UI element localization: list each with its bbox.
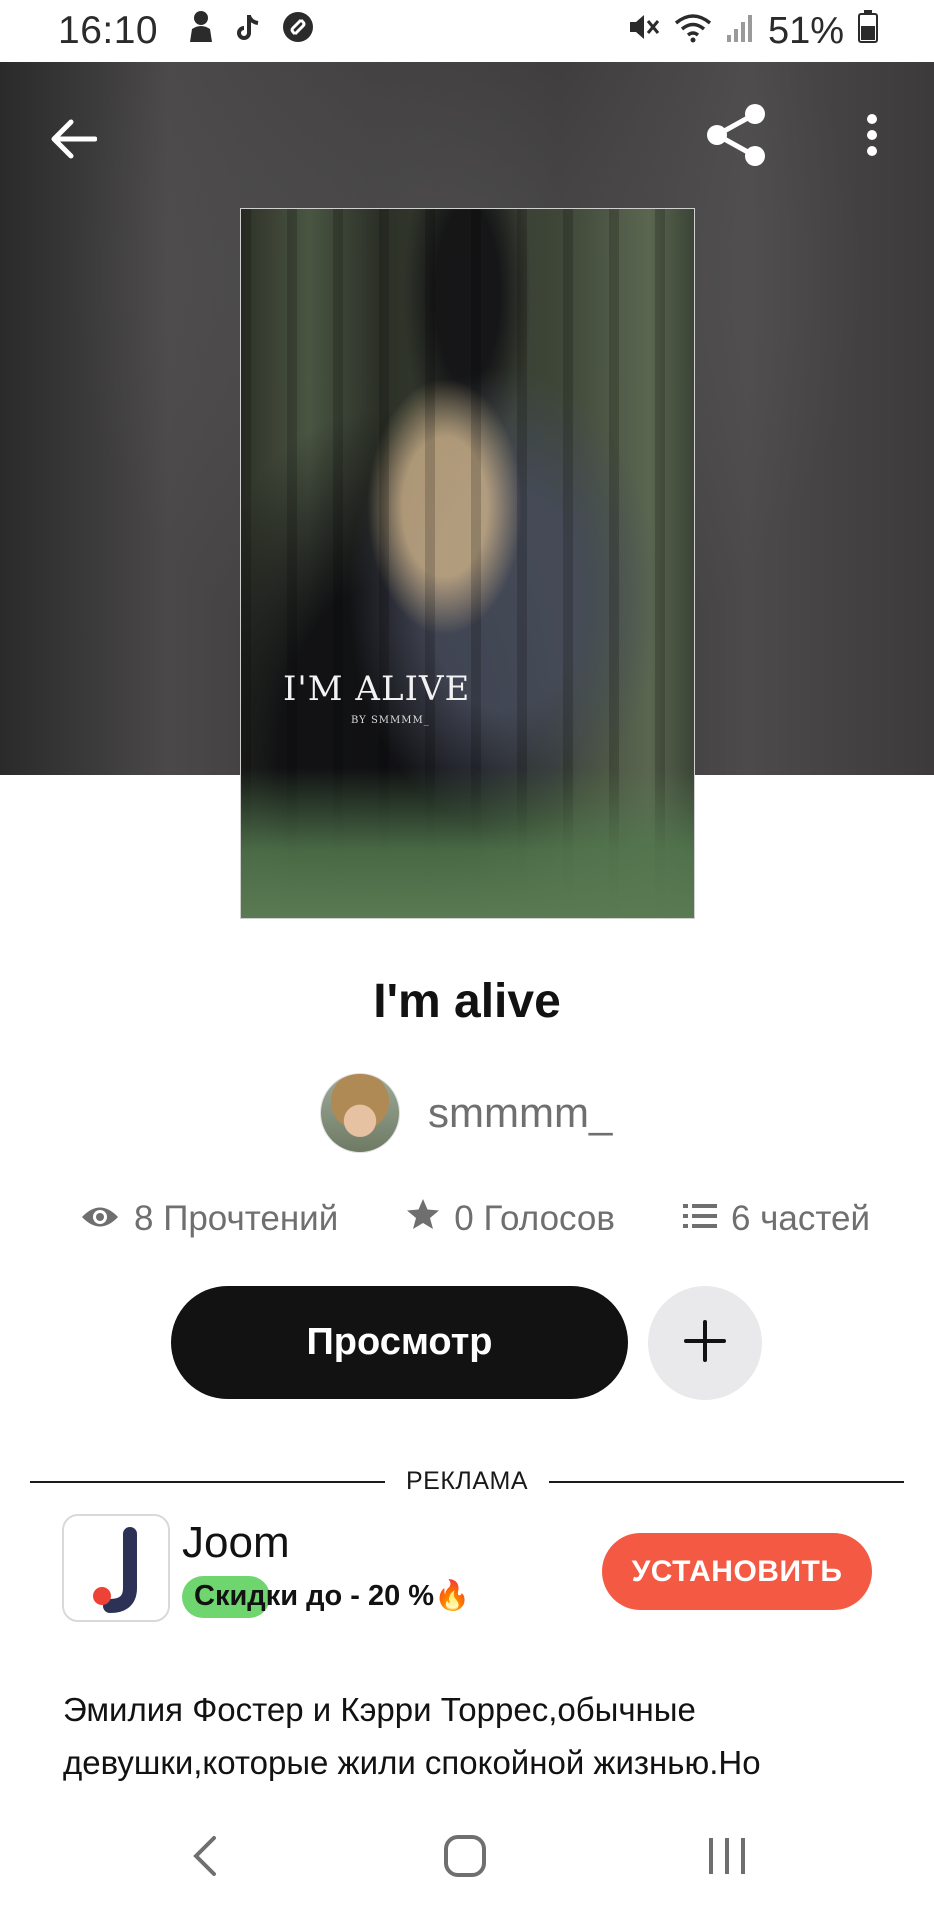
- install-button[interactable]: УСТАНОВИТЬ: [602, 1533, 872, 1610]
- back-button[interactable]: [36, 104, 110, 178]
- person-icon: [188, 9, 214, 53]
- ad-promo[interactable]: Скидки до - 20 %🔥: [182, 1574, 470, 1618]
- story-cover[interactable]: I'M ALIVE BY SMMMM_: [240, 208, 695, 919]
- ad-promo-text: Скидки до - 20 %🔥: [194, 1580, 471, 1612]
- parts-stat: 6 частей: [682, 1198, 870, 1239]
- reads-stat: 8 Прочтений: [80, 1199, 338, 1239]
- story-stats: 8 Прочтений 0 Голосов 6 частей: [80, 1198, 870, 1239]
- share-icon: [705, 103, 769, 172]
- battery-percent: 51%: [767, 9, 844, 52]
- cover-art-title: I'M ALIVE: [283, 669, 471, 709]
- nav-recents-button[interactable]: [687, 1828, 767, 1888]
- status-time: 16:10: [58, 9, 159, 52]
- nav-back-icon: [190, 1834, 220, 1883]
- ad-separator: РЕКЛАМА: [30, 1463, 904, 1501]
- system-nav-bar: [0, 1800, 934, 1920]
- signal-icon: [726, 10, 754, 53]
- nav-back-button[interactable]: [165, 1828, 245, 1888]
- cover-title-art: I'M ALIVE BY SMMMM_: [283, 669, 470, 726]
- read-button[interactable]: Просмотр: [171, 1286, 628, 1399]
- plus-icon: [684, 1319, 726, 1367]
- star-icon: [406, 1198, 440, 1239]
- nav-home-button[interactable]: [425, 1828, 505, 1888]
- ad-separator-line-right: [549, 1481, 904, 1483]
- author-avatar: [320, 1073, 400, 1153]
- list-icon: [682, 1199, 717, 1239]
- ad-app-logo[interactable]: [62, 1514, 170, 1622]
- shazam-icon: [282, 10, 314, 53]
- tiktok-icon: [236, 10, 260, 53]
- story-details-screen: 16:10 51% I'M ALIVE BY SMMMM_ I'm alive …: [0, 0, 934, 1920]
- share-button[interactable]: [700, 100, 774, 174]
- nav-home-icon: [443, 1834, 487, 1883]
- ad-app-name[interactable]: Joom: [182, 1518, 290, 1568]
- more-options-button[interactable]: [838, 100, 906, 174]
- reads-count: 8 Прочтений: [134, 1198, 339, 1238]
- cover-ground: [241, 768, 694, 918]
- eye-icon: [80, 1199, 120, 1239]
- status-bar: 16:10 51%: [0, 0, 934, 62]
- nav-recents-icon: [707, 1836, 747, 1881]
- joom-logo-icon: [93, 1527, 137, 1613]
- story-description: Эмилия Фостер и Кэрри Торрес,обычные дев…: [63, 1691, 761, 1781]
- battery-icon: [858, 9, 878, 53]
- notification-icons: [188, 9, 314, 53]
- author-link[interactable]: smmmm_: [320, 1073, 612, 1153]
- wifi-icon: [674, 10, 712, 53]
- author-name: smmmm_: [428, 1089, 613, 1136]
- add-to-library-button[interactable]: [648, 1286, 762, 1400]
- votes-count: 0 Голосов: [454, 1198, 615, 1238]
- story-title: I'm alive: [373, 975, 561, 1028]
- system-icons: 51%: [626, 9, 878, 53]
- back-arrow-icon: [49, 118, 98, 165]
- mute-icon: [626, 10, 660, 53]
- cover-art-byline: BY SMMMM_: [351, 715, 430, 726]
- parts-count: 6 частей: [730, 1198, 870, 1238]
- votes-stat: 0 Голосов: [406, 1198, 615, 1239]
- more-vert-icon: [865, 113, 879, 162]
